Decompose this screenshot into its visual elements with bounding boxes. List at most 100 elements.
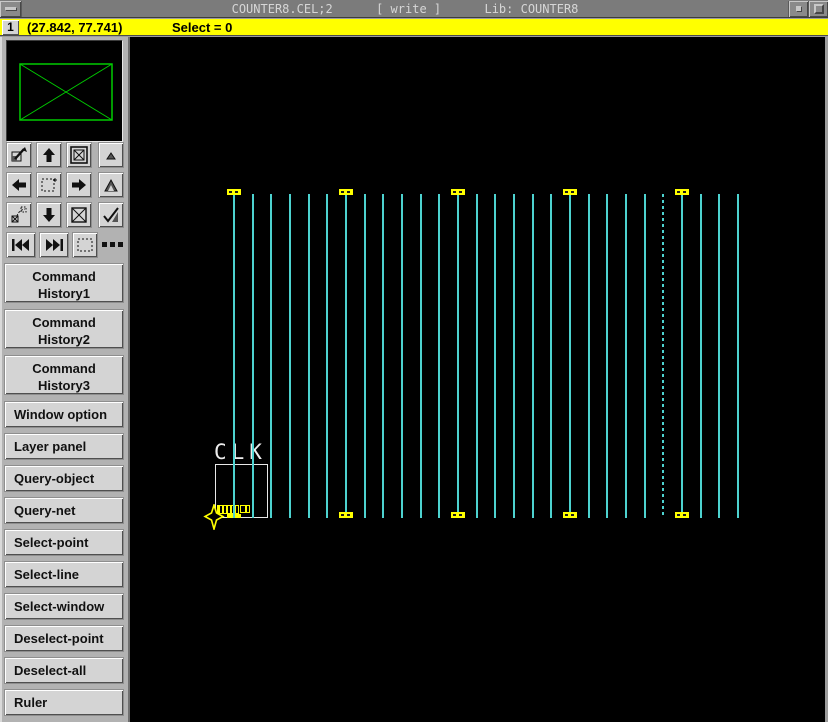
net-wire[interactable] [289, 194, 291, 518]
apply-check-button[interactable] [98, 202, 124, 228]
more-options-icon[interactable] [102, 242, 124, 248]
pin-hatch-shape[interactable] [240, 505, 250, 513]
net-wire[interactable] [494, 194, 496, 518]
select-box-button[interactable] [72, 232, 98, 258]
pin-marker[interactable] [339, 189, 353, 195]
view-box-button[interactable] [66, 202, 92, 228]
goto-area-button[interactable] [6, 202, 32, 228]
net-wire[interactable] [513, 194, 515, 518]
net-wire[interactable] [420, 194, 422, 518]
zoom-window-button[interactable] [36, 172, 62, 198]
navigator-extent-icon [19, 63, 113, 121]
net-wire[interactable] [625, 194, 627, 518]
maximize-icon [813, 3, 824, 14]
pan-right-icon [72, 179, 86, 191]
pin-marker[interactable] [451, 512, 465, 518]
maximize-button[interactable] [808, 0, 828, 17]
view-box-icon [71, 207, 87, 223]
net-wire[interactable] [476, 194, 478, 518]
query-net-button[interactable]: Query-net [4, 497, 124, 524]
button-label: Command [32, 360, 96, 376]
net-wire[interactable] [644, 194, 646, 518]
net-wire[interactable] [681, 194, 683, 518]
pin-marker[interactable] [563, 512, 577, 518]
first-view-icon [12, 239, 29, 251]
window-number-badge: 1 [2, 20, 19, 35]
minimize-button[interactable] [788, 0, 808, 17]
deselect-all-button[interactable]: Deselect-all [4, 657, 124, 684]
command-history3-button[interactable]: Command History3 [4, 355, 124, 395]
zoom-out-icon [106, 152, 116, 160]
pin-marker[interactable] [451, 189, 465, 195]
button-label: History2 [37, 331, 91, 347]
pin-marker[interactable] [563, 189, 577, 195]
status-bar: 1 (27.842, 77.741) Select = 0 [0, 19, 828, 36]
select-box-icon [77, 238, 93, 252]
net-wire[interactable] [550, 194, 552, 518]
query-object-button[interactable]: Query-object [4, 465, 124, 492]
pan-left-button[interactable] [6, 172, 32, 198]
pin-marker[interactable] [675, 189, 689, 195]
pan-down-icon [43, 208, 55, 222]
net-wire[interactable] [382, 194, 384, 518]
button-label: Command [32, 314, 96, 330]
navigator-viewport[interactable] [6, 40, 122, 141]
window-menu-icon [5, 7, 16, 10]
crosshair-cursor-icon [203, 504, 225, 530]
net-wire[interactable] [606, 194, 608, 518]
goto-area-icon [11, 206, 27, 223]
last-view-button[interactable] [39, 232, 69, 258]
window-menu-button[interactable] [0, 0, 22, 17]
net-wire[interactable] [233, 194, 235, 518]
net-wire[interactable] [588, 194, 590, 518]
zoom-out-button[interactable] [98, 142, 124, 168]
net-wire[interactable] [737, 194, 739, 518]
pan-left-icon [12, 179, 26, 191]
pin-marker[interactable] [227, 189, 241, 195]
deselect-point-button[interactable]: Deselect-point [4, 625, 124, 652]
net-wire[interactable] [326, 194, 328, 518]
net-wire[interactable] [270, 194, 272, 518]
redraw-icon [11, 147, 27, 162]
instance-label[interactable]: CLK [214, 440, 267, 464]
net-wire[interactable] [700, 194, 702, 518]
net-wire[interactable] [364, 194, 366, 518]
pan-down-button[interactable] [36, 202, 62, 228]
net-wire[interactable] [532, 194, 534, 518]
net-wire[interactable] [438, 194, 440, 518]
fit-view-icon [70, 146, 88, 164]
net-wire[interactable] [718, 194, 720, 518]
fit-view-button[interactable] [66, 142, 92, 168]
sidebar: Command History1 Command History2 Comman… [0, 37, 130, 722]
pan-up-button[interactable] [36, 142, 62, 168]
first-view-button[interactable] [6, 232, 36, 258]
pan-right-button[interactable] [66, 172, 92, 198]
application-window: COUNTER8.CEL;2 [ write ] Lib: COUNTER8 1… [0, 0, 828, 722]
command-history1-button[interactable]: Command History1 [4, 263, 124, 303]
zoom-in-icon [104, 178, 118, 192]
command-history2-button[interactable]: Command History2 [4, 309, 124, 349]
pin-marker[interactable] [675, 512, 689, 518]
net-wire[interactable] [569, 194, 571, 518]
select-point-button[interactable]: Select-point [4, 529, 124, 556]
title-bar: COUNTER8.CEL;2 [ write ] Lib: COUNTER8 [0, 0, 828, 18]
select-window-button[interactable]: Select-window [4, 593, 124, 620]
ruler-button[interactable]: Ruler [4, 689, 124, 716]
last-view-icon [46, 239, 63, 251]
layer-panel-button[interactable]: Layer panel [4, 433, 124, 460]
redraw-button[interactable] [6, 142, 32, 168]
zoom-window-icon [41, 178, 57, 192]
pin-marker[interactable] [339, 512, 353, 518]
net-wire[interactable] [252, 194, 254, 518]
zoom-in-button[interactable] [98, 172, 124, 198]
net-wire[interactable] [345, 194, 347, 518]
layout-canvas[interactable]: CLK [130, 37, 825, 722]
button-label: History1 [37, 285, 91, 301]
select-line-button[interactable]: Select-line [4, 561, 124, 588]
window-option-button[interactable]: Window option [4, 401, 124, 428]
net-wire[interactable] [401, 194, 403, 518]
net-wire[interactable] [308, 194, 310, 518]
net-wire[interactable] [457, 194, 459, 518]
net-wire-dashed[interactable] [662, 194, 664, 518]
cursor-coordinates: (27.842, 77.741) [27, 20, 123, 35]
